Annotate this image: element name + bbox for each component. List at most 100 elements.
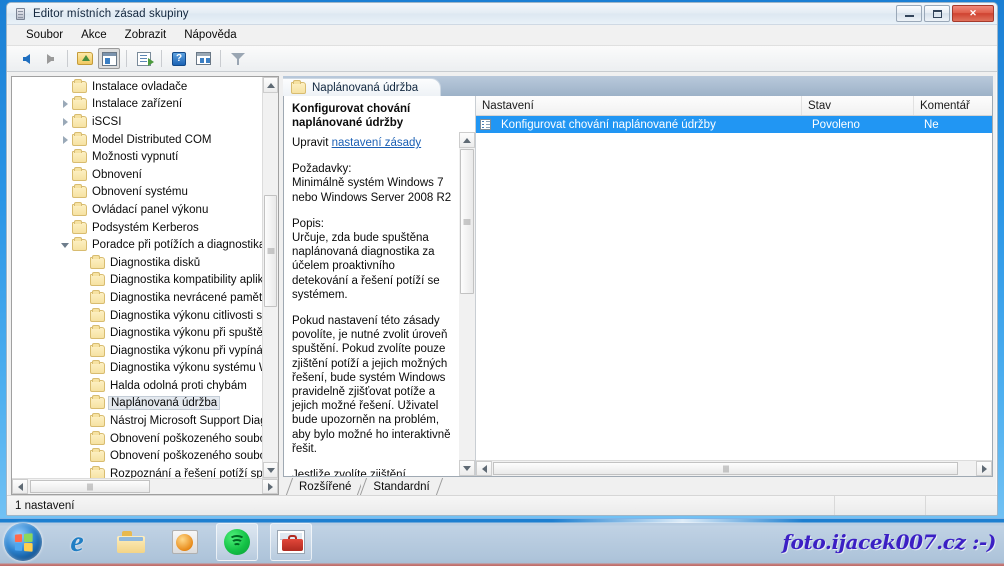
result-pane-title: Naplánovaná údržba	[312, 82, 418, 94]
tree-item-label: Diagnostika nevrácené paměti sy	[110, 292, 262, 304]
chevron-right-icon	[982, 465, 987, 473]
tree-item[interactable]: Instalace zařízení	[12, 96, 262, 114]
taskbar-media-player[interactable]	[164, 523, 206, 561]
tree-item-label: Model Distributed COM	[92, 134, 212, 146]
edit-policy-setting-link[interactable]: nastavení zásady	[332, 137, 422, 149]
tree-item[interactable]: Diagnostika nevrácené paměti sy	[12, 289, 262, 307]
tree-item[interactable]: iSCSI	[12, 113, 262, 131]
folder-icon	[72, 222, 87, 234]
list-scroll-left-button[interactable]	[476, 461, 492, 476]
tree-scroll-down-button[interactable]	[263, 462, 278, 478]
tree-item[interactable]: Rozpoznání a řešení potíží spojer	[12, 465, 262, 478]
filter-funnel-icon	[231, 52, 245, 65]
toolbar-separator	[161, 50, 162, 67]
folder-icon	[90, 274, 105, 286]
tree-scroll-right-button[interactable]	[262, 479, 278, 494]
description-scroll-down-button[interactable]	[459, 460, 475, 476]
taskbar-policy-editor[interactable]	[270, 523, 312, 561]
tree-horizontal-scrollbar[interactable]	[12, 478, 278, 494]
list-hscroll-thumb[interactable]	[493, 462, 958, 475]
result-pane-split: Konfigurovat chování naplánované údržby …	[283, 96, 993, 477]
tree-item[interactable]: Podsystém Kerberos	[12, 219, 262, 237]
tree-item[interactable]: Diagnostika disků	[12, 254, 262, 272]
tree-item[interactable]: Nástroj Microsoft Support Diagn	[12, 412, 262, 430]
filter-button[interactable]	[227, 48, 249, 69]
tree-item-label: iSCSI	[92, 116, 121, 128]
start-button[interactable]	[4, 523, 42, 561]
tree-item[interactable]: Obnovení	[12, 166, 262, 184]
description-scroll-up-button[interactable]	[459, 132, 475, 148]
tree-item[interactable]: Diagnostika výkonu při vypínání	[12, 342, 262, 360]
folder-icon	[90, 345, 105, 357]
menu-zobrazit[interactable]: Zobrazit	[116, 27, 176, 43]
tree-item-label: Možnosti vypnutí	[92, 151, 178, 163]
result-pane-header: Naplánovaná údržba	[283, 76, 993, 96]
taskbar-spotify[interactable]	[216, 523, 258, 561]
chevron-left-icon	[18, 483, 23, 491]
tab-standardni[interactable]: Standardní	[361, 478, 439, 495]
up-one-level-button[interactable]	[74, 48, 96, 69]
column-stav[interactable]: Stav	[802, 96, 914, 115]
tree-item[interactable]: Diagnostika kompatibility aplika	[12, 272, 262, 290]
tree-scroll-left-button[interactable]	[12, 479, 28, 494]
policy-setting-icon	[480, 119, 491, 130]
description-scroll-thumb[interactable]	[460, 149, 474, 294]
list-horizontal-scrollbar[interactable]	[476, 460, 992, 476]
status-segment-2	[925, 496, 926, 515]
tree-scroll-thumb[interactable]	[264, 195, 277, 307]
taskbar: e foto.ijacek007.cz :-)	[0, 518, 1004, 566]
back-button[interactable]	[15, 48, 37, 69]
menu-soubor[interactable]: Soubor	[17, 27, 72, 43]
column-komentar[interactable]: Komentář	[914, 96, 992, 115]
tree-hscroll-thumb[interactable]	[30, 480, 150, 493]
tree-item[interactable]: Diagnostika výkonu citlivosti sys	[12, 307, 262, 325]
tab-rozsirene[interactable]: Rozšířené	[287, 478, 361, 495]
tree-item[interactable]: Obnovení poškozeného souboru	[12, 430, 262, 448]
description-vertical-scrollbar[interactable]	[459, 132, 475, 476]
tree-vertical-scrollbar[interactable]	[262, 77, 278, 478]
chevron-left-icon	[482, 465, 487, 473]
tree-item-label: Podsystém Kerberos	[92, 222, 199, 234]
tree-item-label: Halda odolná proti chybám	[110, 380, 247, 392]
tree-item[interactable]: Možnosti vypnutí	[12, 148, 262, 166]
tree-item[interactable]: Instalace ovladače	[12, 78, 262, 96]
tree-item[interactable]: Diagnostika výkonu systému Wi	[12, 360, 262, 378]
menu-napoveda[interactable]: Nápověda	[175, 27, 245, 43]
maximize-button[interactable]	[924, 5, 950, 22]
menu-akce[interactable]: Akce	[72, 27, 116, 43]
tree-item[interactable]: Model Distributed COM	[12, 131, 262, 149]
tree-expander-icon[interactable]	[58, 118, 72, 126]
toolbar-separator	[67, 50, 68, 67]
tree-item[interactable]: Naplánovaná údržba	[12, 395, 262, 413]
tree-item[interactable]: Obnovení systému	[12, 184, 262, 202]
taskbar-internet-explorer[interactable]: e	[56, 523, 98, 561]
tree-item[interactable]: Obnovení poškozeného souboru	[12, 447, 262, 465]
tree-expander-icon[interactable]	[58, 243, 72, 248]
forward-button[interactable]	[39, 48, 61, 69]
list-scroll-right-button[interactable]	[976, 461, 992, 476]
tree-item-label: Diagnostika výkonu při spuštění	[110, 327, 262, 339]
properties-button[interactable]	[192, 48, 214, 69]
export-list-button[interactable]	[133, 48, 155, 69]
internet-explorer-icon: e	[70, 527, 83, 557]
taskbar-windows-explorer[interactable]	[110, 523, 152, 561]
tree-item[interactable]: Halda odolná proti chybám	[12, 377, 262, 395]
tree-item[interactable]: Poradce při potížích a diagnostika	[12, 236, 262, 254]
column-nastaveni[interactable]: Nastavení	[476, 96, 802, 115]
tree-scroll-up-button[interactable]	[263, 77, 278, 93]
close-button[interactable]: ✕	[952, 5, 994, 22]
minimize-button[interactable]	[896, 5, 922, 22]
tree-item[interactable]: Diagnostika výkonu při spuštění	[12, 324, 262, 342]
requirements-label: Požadavky:	[292, 163, 351, 175]
tree-item-label: Instalace zařízení	[92, 98, 182, 110]
tree-expander-icon[interactable]	[58, 136, 72, 144]
tree-item-label: Obnovení	[92, 169, 142, 181]
table-row[interactable]: Konfigurovat chování naplánované údržby …	[476, 116, 992, 133]
help-button[interactable]: ?	[168, 48, 190, 69]
show-hide-tree-button[interactable]	[98, 48, 120, 69]
requirements-block: Požadavky: Minimálně systém Windows 7 ne…	[292, 162, 452, 205]
result-pane-header-tab: Naplánovaná údržba	[283, 78, 441, 96]
tree-expander-icon[interactable]	[58, 100, 72, 108]
toolbox-window-icon	[277, 530, 305, 554]
tree-item[interactable]: Ovládací panel výkonu	[12, 201, 262, 219]
